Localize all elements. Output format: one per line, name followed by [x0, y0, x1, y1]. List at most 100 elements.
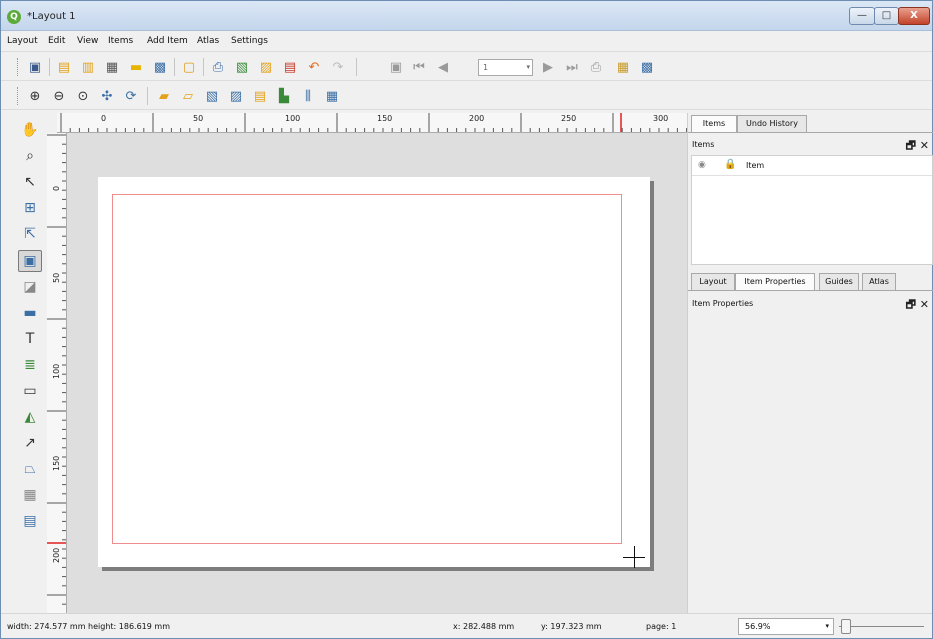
tab-divider [688, 132, 933, 133]
edit-nodes-icon[interactable]: ⇱ [18, 223, 42, 245]
page-readout: page: 1 [646, 622, 677, 631]
add-arrow-icon[interactable]: ↗ [18, 432, 42, 454]
cursor-x-readout: x: 282.488 mm [453, 622, 515, 631]
add-map-icon[interactable]: ▣ [18, 250, 42, 272]
zoom-value: 56.9% [745, 622, 771, 631]
tab-atlas[interactable]: Atlas [862, 273, 896, 290]
select-move-icon[interactable]: ↖ [18, 171, 42, 193]
layout-manager-icon[interactable]: ▦ [102, 57, 122, 77]
atlas-preview-icon[interactable]: ▣ [386, 57, 406, 77]
export-image-icon[interactable]: ▧ [232, 57, 252, 77]
map-item-frame[interactable] [112, 194, 622, 544]
add-picture-icon[interactable]: ▬ [18, 302, 42, 324]
distribute-icon[interactable]: ⫼ [298, 86, 318, 106]
horizontal-ruler-ticks [60, 113, 687, 132]
zoom-full-icon[interactable]: ✣ [97, 86, 117, 106]
qgis-layout-window: Q *Layout 1 — □ X Layout Edit View Items… [0, 0, 933, 639]
atlas-next-icon[interactable]: ▶ [538, 57, 558, 77]
undo-icon[interactable]: ↶ [304, 57, 324, 77]
add-polygon-icon[interactable]: ⏢ [18, 458, 42, 480]
refresh-icon[interactable]: ⟳ [121, 86, 141, 106]
navigation-toolbar: ⊕ ⊖ ⊙ ✣ ⟳ ▰ ▱ ▧ ▨ ▤ ▙ ⫼ ▦ [1, 82, 932, 110]
tab-items[interactable]: Items [691, 115, 737, 132]
add-3d-map-icon[interactable]: ◪ [18, 276, 42, 298]
move-content-icon[interactable]: ⊞ [18, 197, 42, 219]
crosshair-cursor-icon [634, 546, 635, 568]
lock-icon[interactable]: 🔒 [724, 159, 736, 170]
layout-page[interactable] [98, 177, 650, 567]
ruler-label: 50 [52, 272, 61, 283]
atlas-previous-icon[interactable]: ◀ [433, 57, 453, 77]
lower-items-icon[interactable]: ▱ [178, 86, 198, 106]
items-panel-title: Items [692, 140, 715, 149]
redo-icon[interactable]: ↷ [328, 57, 348, 77]
pan-icon[interactable]: ✋ [18, 119, 42, 141]
zoom-out-icon[interactable]: ⊖ [49, 86, 69, 106]
items-list[interactable]: ◉ 🔒 Item [691, 155, 933, 265]
status-bar: width: 274.577 mm height: 186.619 mm x: … [1, 613, 932, 638]
add-html-icon[interactable]: ▦ [18, 484, 42, 506]
layout-canvas[interactable] [67, 133, 687, 613]
toolbar-grip[interactable] [17, 87, 20, 105]
menu-edit[interactable]: Edit [48, 36, 65, 46]
maximize-button[interactable]: □ [874, 7, 899, 25]
tab-undo-history[interactable]: Undo History [737, 115, 807, 132]
ungroup-items-icon[interactable]: ▨ [226, 86, 246, 106]
save-template-icon[interactable]: ▩ [150, 57, 170, 77]
duplicate-layout-icon[interactable]: ▥ [78, 57, 98, 77]
menu-items[interactable]: Items [108, 36, 133, 46]
atlas-export-icon[interactable]: ▦ [613, 57, 633, 77]
export-pdf-icon[interactable]: ▤ [280, 57, 300, 77]
align-left-icon[interactable]: ▤ [250, 86, 270, 106]
toolbar-separator [147, 87, 148, 105]
zoom-slider-handle[interactable] [841, 619, 851, 634]
tools-toolbar: ✋ ⌕ ↖ ⊞ ⇱ ▣ ◪ ▬ T ≣ ▭ ◭ ↗ ⏢ ▦ ▤ [15, 113, 49, 613]
eye-icon[interactable]: ◉ [698, 160, 706, 170]
ruler-label: 0 [101, 114, 107, 123]
add-legend-icon[interactable]: ≣ [18, 354, 42, 376]
zoom-in-icon[interactable]: ⊕ [25, 86, 45, 106]
qgis-logo-icon: Q [7, 10, 21, 24]
zoom-slider-track[interactable] [839, 626, 924, 627]
close-button[interactable]: X [898, 7, 930, 25]
open-template-icon[interactable]: ▬ [126, 57, 146, 77]
menu-atlas[interactable]: Atlas [197, 36, 219, 46]
tab-guides[interactable]: Guides [819, 273, 859, 290]
menu-settings[interactable]: Settings [231, 36, 268, 46]
resize-icon[interactable]: ▦ [322, 86, 342, 106]
zoom-tool-icon[interactable]: ⌕ [18, 145, 42, 167]
menu-add-item[interactable]: Add Item [147, 36, 188, 46]
export-svg-icon[interactable]: ▨ [256, 57, 276, 77]
zoom-select[interactable]: 56.9% ▾ [738, 618, 834, 635]
align-bottom-icon[interactable]: ▙ [274, 86, 294, 106]
menu-layout[interactable]: Layout [7, 36, 38, 46]
menu-bar: Layout Edit View Items Add Item Atlas Se… [1, 32, 932, 52]
panel-float-close-icon[interactable]: 🗗 ✕ [906, 137, 929, 156]
zoom-actual-icon[interactable]: ⊙ [73, 86, 93, 106]
ruler-label: 0 [52, 185, 61, 191]
atlas-print-icon[interactable]: ⎙ [586, 57, 606, 77]
add-pages-icon[interactable]: ▢ [179, 57, 199, 77]
minimize-button[interactable]: — [849, 7, 875, 25]
atlas-first-icon[interactable]: ⏮ [409, 57, 429, 77]
ruler-label: 50 [193, 114, 204, 123]
ruler-label: 300 [653, 114, 669, 123]
raise-items-icon[interactable]: ▰ [154, 86, 174, 106]
add-scalebar-icon[interactable]: ▭ [18, 380, 42, 402]
save-project-icon[interactable]: ▣ [25, 57, 45, 77]
group-items-icon[interactable]: ▧ [202, 86, 222, 106]
atlas-last-icon[interactable]: ⏭ [562, 57, 582, 77]
atlas-settings-icon[interactable]: ▩ [637, 57, 657, 77]
tab-item-properties[interactable]: Item Properties [735, 273, 815, 290]
new-layout-icon[interactable]: ▤ [54, 57, 74, 77]
add-table-icon[interactable]: ▤ [18, 510, 42, 532]
ruler-label: 100 [52, 363, 61, 379]
panel-float-close-icon[interactable]: 🗗 ✕ [906, 296, 929, 315]
atlas-page-select[interactable]: 1 ▾ [478, 59, 533, 76]
print-icon[interactable]: ⎙ [208, 57, 228, 77]
tab-layout[interactable]: Layout [691, 273, 735, 290]
add-label-icon[interactable]: T [18, 328, 42, 350]
menu-view[interactable]: View [77, 36, 98, 46]
add-shape-icon[interactable]: ◭ [18, 406, 42, 428]
toolbar-grip[interactable] [17, 58, 20, 76]
